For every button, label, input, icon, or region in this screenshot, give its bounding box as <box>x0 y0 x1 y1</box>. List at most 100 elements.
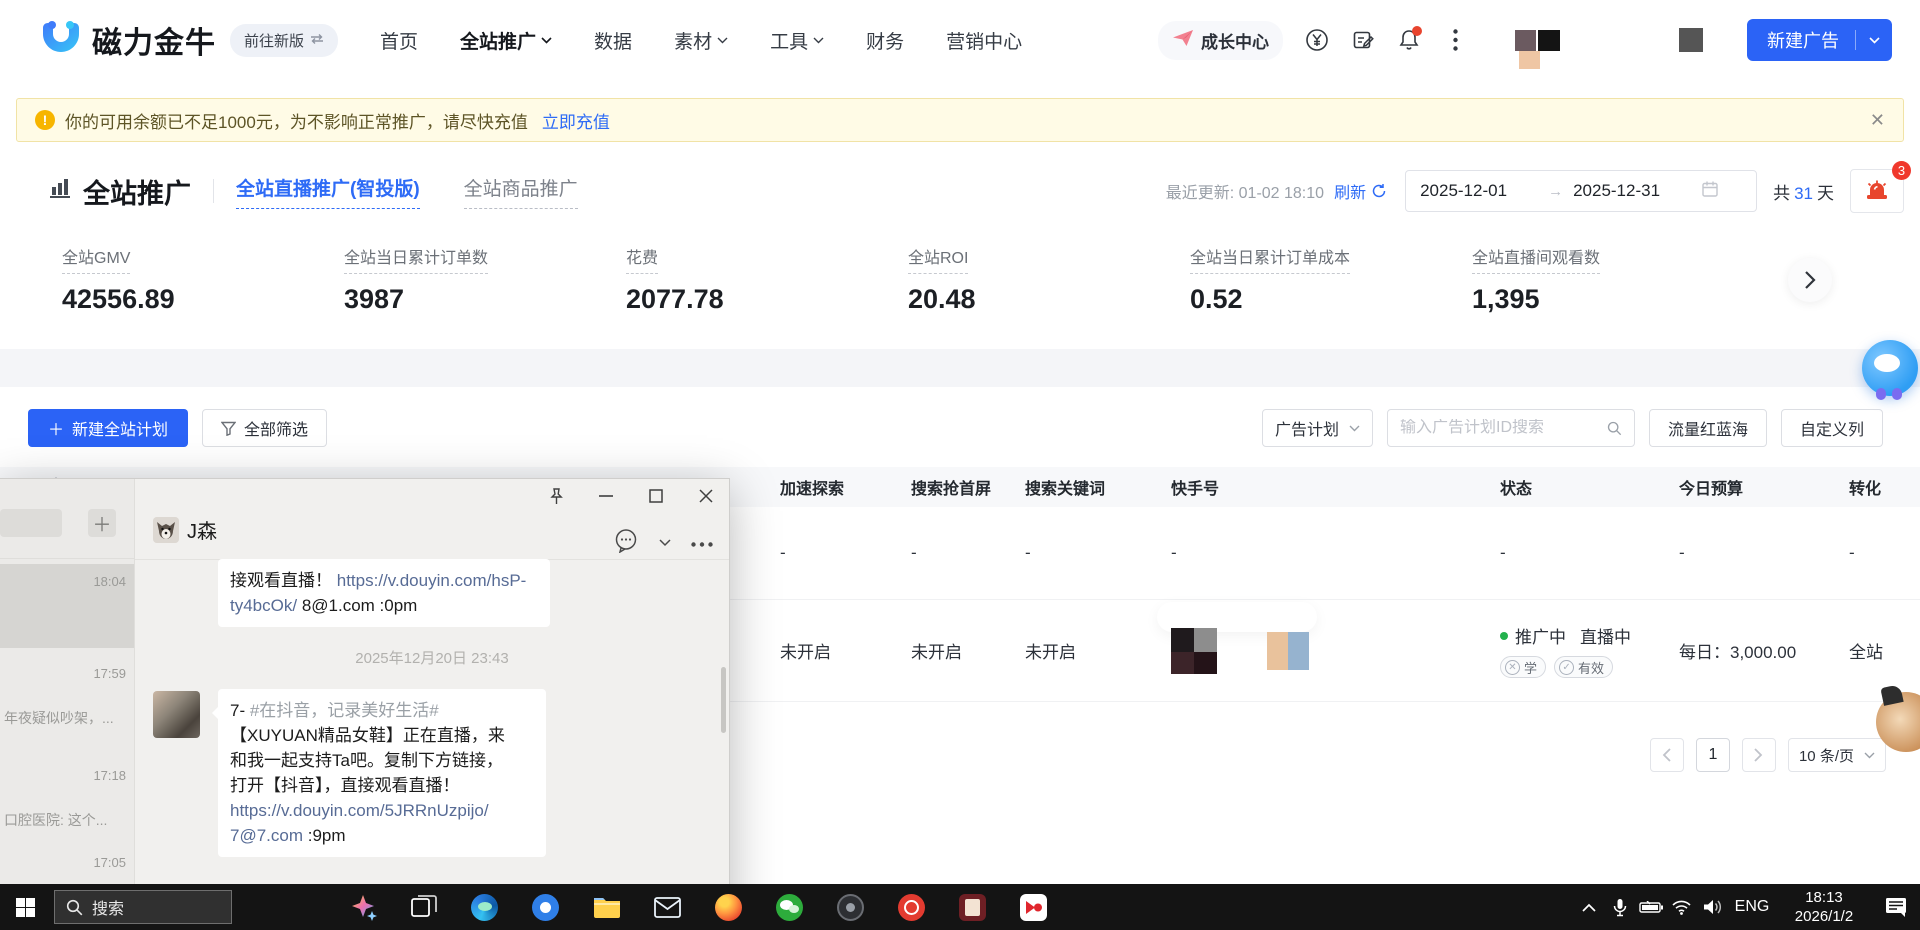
assistant-mascot[interactable] <box>1862 340 1918 396</box>
tab-product-promo[interactable]: 全站商品推广 <box>464 174 578 209</box>
refresh-button[interactable]: 刷新 <box>1334 179 1387 203</box>
stat-orders: 全站当日累计订单数 3987 <box>344 244 626 315</box>
menu-item-finance[interactable]: 财务 <box>866 27 904 54</box>
chat-list-item[interactable]: 17:18 口腔医院: 这个... <box>0 758 134 842</box>
study-badge: ✕学 <box>1500 656 1546 678</box>
stat-label: 全站当日累计订单成本 <box>1190 244 1350 274</box>
app-maroon-icon[interactable] <box>942 884 1003 930</box>
kuaishou-icon[interactable] <box>1003 884 1064 930</box>
clock[interactable]: 18:13 2026/1/2 <box>1776 888 1872 927</box>
stat-roi: 全站ROI 20.48 <box>908 244 1190 315</box>
chat-scrollbar[interactable] <box>721 667 726 733</box>
current-page[interactable]: 1 <box>1696 738 1730 772</box>
clock-time: 18:13 <box>1805 889 1843 906</box>
app-blue-circle-icon[interactable] <box>515 884 576 930</box>
chat-list-item[interactable]: 18:04 <box>0 564 134 648</box>
page-size-select[interactable]: 10 条/页 <box>1788 738 1886 772</box>
warning-message: 你的可用余额已不足1000元，为不影响正常推广，请尽快充值 <box>65 108 528 133</box>
more-vertical-icon[interactable] <box>1443 28 1467 52</box>
cell-status: 推广中 直播中 ✕学 ✓有效 <box>1500 623 1679 678</box>
wechat-icon[interactable] <box>759 884 820 930</box>
stat-value: 1,395 <box>1472 284 1754 315</box>
prev-page-button[interactable] <box>1650 738 1684 772</box>
battery-icon[interactable] <box>1635 884 1666 930</box>
taskbar-search-placeholder: 搜索 <box>92 895 124 919</box>
version-switch-badge[interactable]: 前往新版 <box>230 24 338 57</box>
douyin-link[interactable]: 7@7.com <box>230 826 303 845</box>
browser-orange-icon[interactable] <box>698 884 759 930</box>
brand-logo[interactable]: 磁力金牛 <box>40 17 216 64</box>
menu-item-sitewide-promo[interactable]: 全站推广 <box>460 27 552 54</box>
wechat-window[interactable]: ＋ 18:04 17:59 年夜疑似吵架，... 17:18 口腔医院: 这个.… <box>0 478 730 930</box>
file-explorer-icon[interactable] <box>576 884 637 930</box>
tray-chevron-up-icon[interactable] <box>1573 884 1604 930</box>
pin-icon[interactable] <box>547 487 565 505</box>
more-horizontal-icon[interactable] <box>691 534 713 552</box>
copilot-icon[interactable] <box>332 884 393 930</box>
chat-list-item[interactable]: 17:59 年夜疑似吵架，... <box>0 656 134 740</box>
plan-search-input[interactable] <box>1400 419 1607 437</box>
custom-columns-button[interactable]: 自定义列 <box>1781 409 1883 447</box>
page-title: 全站推广 <box>47 172 191 211</box>
stats-next-arrow[interactable] <box>1788 258 1832 302</box>
taskbar-search[interactable]: 搜索 <box>54 890 232 924</box>
warning-icon: ! <box>35 110 55 130</box>
plan-type-select[interactable]: 广告计划 <box>1262 409 1373 447</box>
menu-item-material[interactable]: 素材 <box>674 27 728 54</box>
close-icon[interactable] <box>697 487 715 505</box>
plan-search-box[interactable] <box>1387 409 1635 447</box>
mail-icon[interactable] <box>637 884 698 930</box>
menu-item-tools[interactable]: 工具 <box>770 27 824 54</box>
date-range-picker[interactable]: → <box>1405 170 1757 212</box>
menu-item-data[interactable]: 数据 <box>594 27 632 54</box>
wifi-icon[interactable] <box>1666 884 1697 930</box>
chat-bubble-icon[interactable] <box>613 527 639 558</box>
cell-first-screen: 未开启 <box>911 638 1025 663</box>
magnetic-bull-logo-icon <box>40 17 82 64</box>
stat-cost: 花费 2077.78 <box>626 244 908 315</box>
douyin-link[interactable]: https://v.douyin.com/5JRRnUzpijo/ <box>230 801 489 820</box>
menu-item-home[interactable]: 首页 <box>380 27 418 54</box>
wallet-yuan-icon[interactable] <box>1305 28 1329 52</box>
new-ad-button[interactable]: 新建广告 <box>1747 19 1892 61</box>
chat-search-input[interactable] <box>0 509 62 537</box>
traffic-ocean-button[interactable]: 流量红蓝海 <box>1649 409 1767 447</box>
account-avatar[interactable] <box>1515 30 1583 51</box>
edge-browser-icon[interactable] <box>454 884 515 930</box>
notification-bell-icon[interactable] <box>1397 28 1421 52</box>
menu-item-marketing-center[interactable]: 营销中心 <box>946 27 1022 54</box>
sender-avatar[interactable] <box>153 691 200 738</box>
minimize-icon[interactable] <box>597 487 615 505</box>
douyin-link[interactable]: https://v.douyin.com/ <box>337 571 492 590</box>
chevron-down-icon[interactable] <box>659 534 671 552</box>
recharge-link[interactable]: 立即充值 <box>542 108 610 133</box>
col-header-first-screen: 搜索抢首屏 <box>911 475 1025 499</box>
filter-button[interactable]: 全部筛选 <box>202 409 327 447</box>
growth-center-button[interactable]: 成长中心 <box>1158 21 1283 60</box>
tab-live-promo[interactable]: 全站直播推广(智投版) <box>236 174 420 209</box>
maximize-icon[interactable] <box>647 487 665 505</box>
report-edit-icon[interactable] <box>1351 28 1375 52</box>
language-indicator[interactable]: ENG <box>1728 898 1776 916</box>
new-ad-dropdown[interactable] <box>1856 37 1892 44</box>
microphone-icon[interactable] <box>1604 884 1635 930</box>
volume-icon[interactable] <box>1697 884 1728 930</box>
date-end-input[interactable] <box>1573 181 1691 201</box>
stat-order-cost: 全站当日累计订单成本 0.52 <box>1190 244 1472 315</box>
camera-red-icon[interactable] <box>881 884 942 930</box>
brand-name: 磁力金牛 <box>92 18 216 62</box>
window-controls <box>547 487 715 505</box>
action-center-icon[interactable] <box>1872 884 1920 930</box>
app-dark-circle-icon[interactable] <box>820 884 881 930</box>
next-page-button[interactable] <box>1742 738 1776 772</box>
search-icon[interactable] <box>1607 420 1622 437</box>
banner-close-icon[interactable]: ✕ <box>1870 110 1885 131</box>
secondary-avatar[interactable] <box>1679 28 1703 52</box>
start-button[interactable] <box>0 884 50 930</box>
alert-center-button[interactable]: 3 <box>1850 169 1904 213</box>
new-plan-button[interactable]: ＋ 新建全站计划 <box>28 409 188 447</box>
green-dot-icon <box>1500 632 1508 640</box>
date-start-input[interactable] <box>1420 181 1538 201</box>
add-chat-button[interactable]: ＋ <box>88 509 116 537</box>
task-view-icon[interactable] <box>393 884 454 930</box>
